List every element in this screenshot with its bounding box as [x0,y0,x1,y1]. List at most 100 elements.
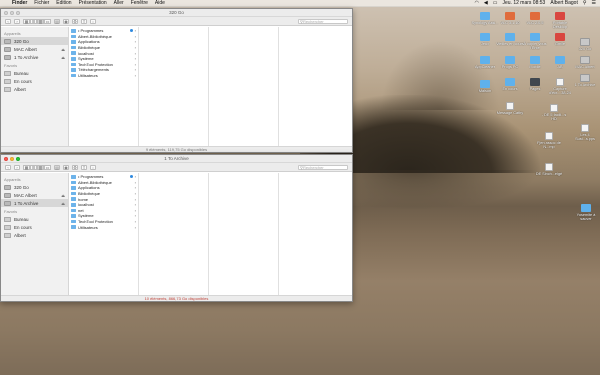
column-row-bibliotheque[interactable]: Bibliothèque › [69,45,138,51]
sidebar-item-mac-albert[interactable]: MAC Albert ⏏ [1,191,68,199]
eject-icon[interactable]: ⏏ [61,201,65,206]
desktop-icon[interactable]: Capture d'écr....38.24 [546,78,574,95]
eye-icon[interactable]: ◉ [63,164,69,170]
desktop-icon[interactable]: DE Sinch...eigé [535,163,563,176]
column-row-systeme[interactable]: Système › [69,56,138,62]
user-name[interactable]: Albert Bagot [550,0,578,6]
desktop-icon[interactable]: Vieilles en cours [496,33,524,46]
column-row-home[interactable]: home › [69,196,138,202]
column-row-techtool[interactable]: TechTool Protection › [69,62,138,68]
browser-column-empty[interactable] [139,27,209,146]
desktop-icon[interactable]: VLC 2.0.5 [521,12,549,25]
window-titlebar[interactable]: 320 Go [1,9,352,17]
column-view-button[interactable]: ▥ [37,18,44,24]
browser-column-empty[interactable] [279,27,352,146]
column-row-net[interactable]: net › [69,208,138,214]
forward-button[interactable]: › [14,18,20,24]
sidebar-item-mac-albert[interactable]: MAC Albert ⏏ [1,45,68,53]
action-gear-icon[interactable]: ⚙ [72,18,78,24]
search-input[interactable]: Rechercher [298,164,348,170]
tag-icon[interactable]: ◌ [90,18,96,24]
sidebar-item-1to-archive[interactable]: 1 To Archive ⏏ [1,53,68,61]
browser-column-empty[interactable] [209,173,279,295]
desktop-icon[interactable]: En cours [496,78,524,91]
column-view-button[interactable]: ▥ [37,164,44,170]
search-input[interactable]: Rechercher [298,18,348,24]
icon-view-button[interactable]: ▦ [23,164,30,170]
column-row-albert-bibliotheque[interactable]: Albert-Bibliothèque › [69,34,138,40]
notification-center-icon[interactable]: ☰ [592,0,596,6]
menu-fenetre[interactable]: Fenêtre [131,0,148,6]
sidebar-item-320go[interactable]: 320 Go [1,37,68,45]
sidebar-item-en-cours[interactable]: En cours [1,77,68,85]
desktop-icon[interactable]: - DE 5 facili...s HD [540,104,568,121]
menu-fichier[interactable]: Fichier [34,0,49,6]
column-row-albert-bibliotheque[interactable]: Albert-Bibliothèque › [69,180,138,186]
icon-view-button[interactable]: ▦ [23,18,30,24]
column-row-bibliotheque[interactable]: Bibliothèque › [69,191,138,197]
browser-column-empty[interactable] [209,27,279,146]
sidebar-item-bureau[interactable]: Bureau [1,69,68,77]
column-row-telechargements[interactable]: Téléchargements › [69,67,138,73]
desktop-icon[interactable]: AB [546,56,574,69]
sidebar-item-1to-archive[interactable]: 1 To Archive ⏏ [1,199,68,207]
column-row-utilisateurs[interactable]: Utilisateurs › [69,224,138,230]
sidebar-item-320go[interactable]: 320 Go [1,183,68,191]
desktop-icon[interactable]: Fjen assoc de N...mp [535,132,563,149]
menu-aller[interactable]: Aller [114,0,124,6]
desktop-icon[interactable]: 320 Go [571,38,599,51]
sidebar-item-bureau[interactable]: Bureau [1,215,68,223]
action-gear-icon[interactable]: ⚙ [72,164,78,170]
arrange-button[interactable]: ▤ [54,18,60,24]
desktop-icon[interactable]: Yosemite à sauver [572,204,600,221]
column-row-applications[interactable]: Applications › [69,185,138,191]
desktop-icon[interactable]: Les 4 Sust...s.pps [571,124,599,141]
eject-icon[interactable]: ⏏ [61,47,65,52]
eject-icon[interactable]: ⏏ [61,193,65,198]
sidebar-item-en-cours[interactable]: En cours [1,223,68,231]
eye-icon[interactable]: ◉ [63,18,69,24]
share-icon[interactable]: ⇪ [81,18,87,24]
desktop-icon[interactable]: Portable Desktop [546,12,574,29]
volume-icon[interactable]: ◀ [484,0,488,6]
clock[interactable]: Jeu. 12 mars 08:53 [503,0,546,6]
column-row-localhost[interactable]: localhost › [69,50,138,56]
column-row-utilisateurs[interactable]: Utilisateurs › [69,73,138,79]
desktop-icon[interactable]: Pages [521,78,549,91]
desktop-icon[interactable]: AppCleaner [471,56,499,69]
browser-column-empty[interactable] [139,173,209,295]
desktop-icon[interactable]: À copier vous l'Ente [521,33,549,50]
column-row-systeme[interactable]: Système › [69,213,138,219]
desktop-icon[interactable]: Synology Assi... [471,12,499,25]
arrange-button[interactable]: ▤ [54,164,60,170]
eject-icon[interactable]: ⏏ [61,55,65,60]
tag-icon[interactable]: ◌ [90,164,96,170]
window-titlebar[interactable]: 1 To Archive [1,155,352,163]
sidebar-item-albert[interactable]: Albert [1,231,68,239]
back-button[interactable]: ‹ [5,18,11,24]
menu-edition[interactable]: Édition [56,0,71,6]
desktop-icon[interactable]: 1 To Archive [571,74,599,87]
spotlight-icon[interactable]: ⚲ [583,0,587,6]
desktop-icon[interactable]: Progs PC [496,56,524,69]
desktop-icon[interactable]: Gmile [546,33,574,46]
desktop-icon[interactable]: Jeux [471,33,499,46]
menu-aide[interactable]: Aide [155,0,165,6]
column-row-programmes[interactable]: • Programmes › [69,174,138,180]
battery-icon[interactable]: ▭ [493,0,498,6]
forward-button[interactable]: › [14,164,20,170]
column-row-localhost[interactable]: localhost › [69,202,138,208]
list-view-button[interactable]: ☰ [30,18,37,24]
column-row-techtool[interactable]: TechTool Protection › [69,219,138,225]
menu-presentation[interactable]: Présentation [79,0,107,6]
desktop-icon[interactable]: MAC Albert [571,56,599,69]
desktop-icon[interactable]: VLC 3.1.10 [496,12,524,25]
desktop-icon[interactable]: Mobile [521,56,549,69]
wifi-icon[interactable]: ◠ [475,0,479,6]
column-row-applications[interactable]: Applications › [69,39,138,45]
menu-finder[interactable]: Finder [12,0,27,6]
list-view-button[interactable]: ☰ [30,164,37,170]
sidebar-item-albert[interactable]: Albert [1,85,68,93]
column-row-programmes[interactable]: • Programmes › [69,28,138,34]
back-button[interactable]: ‹ [5,164,11,170]
